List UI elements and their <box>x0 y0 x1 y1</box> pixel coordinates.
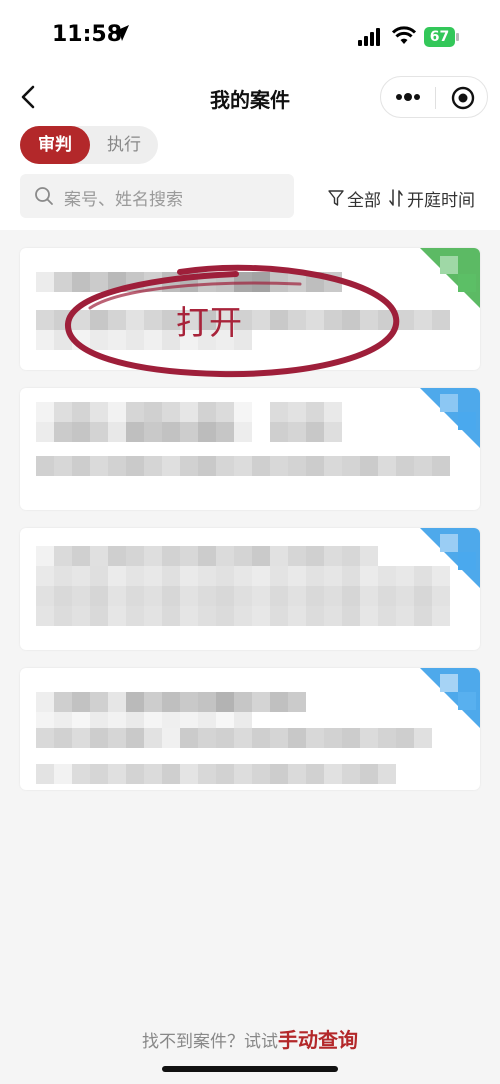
page: { "status_bar": { "time": "11:58", "batt… <box>0 0 500 1084</box>
annotation-text: 打开 <box>176 303 242 342</box>
status-bar: 11:58 67 <box>0 0 500 72</box>
capsule-divider <box>435 87 436 109</box>
redacted-text <box>36 566 450 586</box>
location-arrow-icon <box>113 25 129 41</box>
redacted-text <box>36 728 432 748</box>
search-icon <box>35 187 53 205</box>
filter-scope-label[interactable]: 全部 <box>347 186 381 211</box>
tab-execution[interactable]: 执行 <box>90 126 158 164</box>
home-indicator[interactable] <box>162 1066 338 1072</box>
redacted-text <box>36 422 342 442</box>
redacted-text <box>36 456 450 476</box>
redacted-text <box>36 546 378 566</box>
redacted-text <box>36 692 306 712</box>
redacted-text <box>36 606 450 626</box>
redacted-text <box>36 586 450 606</box>
battery-tip <box>456 33 459 41</box>
status-corner-tag <box>420 248 480 308</box>
manual-search-hint: 找不到案件？试试手动查询 <box>0 1024 500 1053</box>
manual-search-prefix: 找不到案件？试试 <box>142 1032 278 1052</box>
navigation-bar: 我的案件 <box>0 72 500 122</box>
status-corner-tag <box>420 528 480 588</box>
status-corner-tag <box>420 668 480 728</box>
case-card[interactable] <box>20 388 480 510</box>
mini-program-capsule <box>380 76 488 118</box>
more-dots-icon[interactable] <box>395 89 421 105</box>
sort-field-label[interactable]: 开庭时间 <box>407 186 475 211</box>
case-card[interactable] <box>20 668 480 790</box>
close-target-icon[interactable] <box>451 86 475 110</box>
search-input[interactable]: 案号、姓名搜索 <box>20 174 294 218</box>
search-placeholder: 案号、姓名搜索 <box>64 190 183 210</box>
battery-icon: 67 <box>424 27 460 47</box>
cellular-signal-icon <box>358 28 380 46</box>
wifi-icon <box>392 26 416 44</box>
case-card[interactable] <box>20 528 480 650</box>
case-type-tabs: 审判 执行 <box>20 126 158 164</box>
manual-search-link[interactable]: 手动查询 <box>278 1028 358 1052</box>
status-corner-tag <box>420 388 480 448</box>
filter-icon[interactable] <box>328 189 344 207</box>
sort-icon[interactable] <box>388 188 404 208</box>
redacted-text <box>36 402 342 422</box>
redacted-text <box>36 764 396 784</box>
battery-level: 67 <box>424 27 455 47</box>
tab-trial[interactable]: 审判 <box>20 126 90 164</box>
filter-area: 审判 执行 案号、姓名搜索 全部 开庭时间 <box>0 122 500 230</box>
